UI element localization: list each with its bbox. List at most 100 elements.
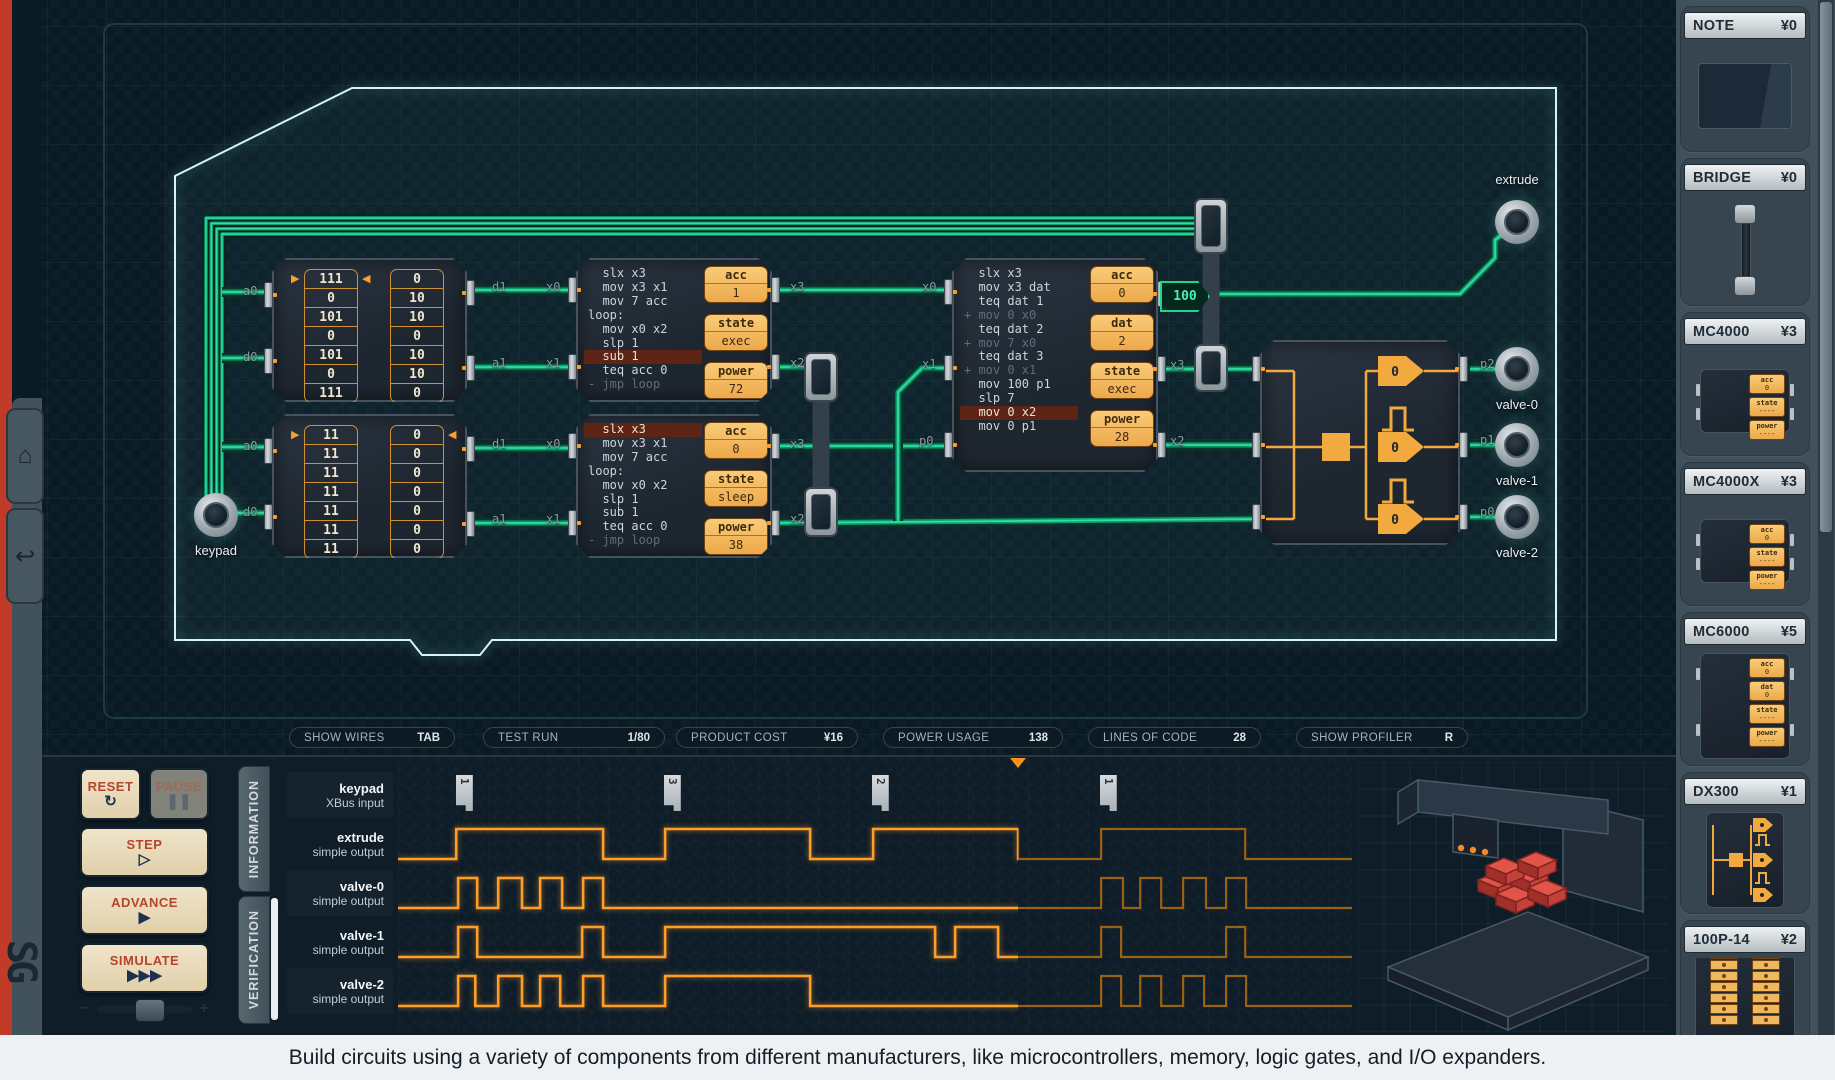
palette-item-mc6000[interactable]: MC6000¥5acc0dat0state----power---- — [1680, 612, 1810, 766]
ram-pin — [264, 504, 273, 530]
status-box-acc: acc0 — [704, 422, 768, 459]
advance-button[interactable]: ADVANCE▶ — [80, 885, 209, 935]
input-terminal-keypad — [194, 493, 238, 537]
mini-status-box: state---- — [1749, 704, 1785, 724]
mini-status-box: state---- — [1749, 397, 1785, 417]
iop-cell — [1752, 993, 1780, 1003]
step-button[interactable]: STEP▷ — [80, 827, 209, 877]
mc4000-component[interactable]: slx x3 mov x3 x1 mov 7 accloop: mov x0 x… — [576, 258, 772, 402]
toolbar-chip-show-wires[interactable]: SHOW WIRESTAB — [289, 727, 455, 748]
palette-item-mc4000[interactable]: MC4000¥3acc0state----power---- — [1680, 312, 1810, 456]
code-line: mov x0 x2 — [584, 479, 702, 493]
pause-button-label: PAUSE — [156, 779, 202, 794]
mc4000-pin — [568, 510, 577, 536]
wire-pin-label: p1 — [1480, 433, 1494, 447]
code-line: teq dat 3 — [960, 350, 1078, 364]
code-line: mov x0 x2 — [584, 323, 702, 337]
home-button[interactable]: ⌂ — [6, 408, 44, 504]
tab-label: INFORMATION — [247, 780, 261, 878]
ram-read-arrow: ▶ — [291, 274, 299, 284]
iop-dot — [1764, 974, 1768, 978]
bridge-cap — [1734, 276, 1756, 296]
undo-button[interactable]: ↩ — [6, 508, 44, 604]
tab-verification[interactable]: VERIFICATION — [238, 896, 270, 1024]
mc4000-component[interactable]: slx x3 mov x3 x1 mov 7 accloop: mov x0 x… — [576, 414, 772, 558]
iop-cell — [1710, 993, 1738, 1003]
code-line: mov x3 x1 — [584, 281, 702, 295]
ram-component[interactable]: 11101010101011101010010100▶◀ — [272, 258, 467, 402]
iop-cell — [1752, 960, 1780, 970]
code-line: slx x3 — [584, 423, 702, 437]
component-palette: NOTE¥0BRIDGE¥0MC4000¥3acc0state----power… — [1676, 0, 1835, 1035]
code-line: + mov 7 x0 — [960, 337, 1078, 351]
wire-pin-label: x3 — [1170, 358, 1184, 372]
note-icon — [1698, 63, 1792, 129]
palette-item-note[interactable]: NOTE¥0 — [1680, 6, 1810, 152]
code-line: teq dat 2 — [960, 323, 1078, 337]
iop-dot — [1764, 1007, 1768, 1011]
mini-status-column: acc0state----power---- — [1749, 374, 1785, 440]
output-terminal-valve-0 — [1495, 347, 1539, 391]
palette-item-100p-14[interactable]: 100P-14¥2 — [1680, 920, 1810, 1035]
chip-value: R — [1445, 732, 1453, 744]
toolbar-chip-product-cost[interactable]: PRODUCT COST¥16 — [676, 727, 858, 748]
code-line: mov x3 x1 — [584, 437, 702, 451]
toolbar-chip-power-usage[interactable]: POWER USAGE138 — [883, 727, 1063, 748]
wire-pin-label: p0 — [1480, 505, 1494, 519]
ram-column: 11111111111111 — [304, 425, 358, 559]
bridge-component[interactable] — [804, 352, 838, 402]
signal-name: valve-1 — [340, 928, 384, 943]
dx300-pin — [1252, 432, 1261, 458]
ram-column: 01010010100 — [390, 269, 444, 403]
slider-minus[interactable]: − — [80, 1000, 89, 1018]
wire-pin-label: x1 — [922, 357, 936, 371]
waveform-valve-1 — [398, 919, 1352, 965]
bridge-component[interactable] — [1194, 344, 1228, 392]
code-line: + mov 0 x1 — [960, 364, 1078, 378]
svg-text:0: 0 — [1391, 365, 1399, 380]
dx300-pin — [1252, 356, 1261, 382]
status-box-state: stateexec — [1090, 362, 1154, 399]
palette-scrollbar[interactable] — [1818, 0, 1834, 1035]
toolbar-chip-test-run[interactable]: TEST RUN1/80 — [483, 727, 665, 748]
wire-pin-label: x1 — [546, 356, 560, 370]
mc6000-component[interactable]: slx x3 mov x3 dat teq dat 1+ mov 0 x0 te… — [952, 258, 1158, 472]
slider-plus[interactable]: + — [200, 1000, 209, 1018]
toolbar-chip-show-profiler[interactable]: SHOW PROFILERR — [1296, 727, 1468, 748]
bridge-component[interactable] — [1194, 198, 1228, 254]
bridge-component[interactable] — [804, 487, 838, 537]
iop-cell — [1710, 1015, 1738, 1025]
advance-button-icon: ▶ — [139, 910, 151, 926]
ram-cell: 101 — [304, 308, 358, 327]
status-box-power: power38 — [704, 518, 768, 555]
mini-status-column: acc0state----power---- — [1749, 524, 1785, 590]
ram-column: 111010101010111 — [304, 269, 358, 403]
ram-pin — [264, 348, 273, 374]
mc6000-pin — [944, 355, 953, 381]
tab-information[interactable]: INFORMATION — [238, 766, 270, 892]
palette-item-dx300[interactable]: DX300¥1 — [1680, 772, 1810, 914]
palette-item-icon — [1680, 810, 1810, 910]
ram-cell: 0 — [390, 521, 444, 540]
slider-knob[interactable] — [135, 999, 165, 1022]
simulate-button-label: SIMULATE — [110, 953, 179, 968]
ram-component[interactable]: 111111111111110000000▶◀ — [272, 414, 467, 558]
ram-cell: 11 — [304, 425, 358, 445]
input-terminal-keypad-label: keypad — [195, 543, 237, 558]
palette-scrollbar-thumb[interactable] — [1820, 2, 1832, 532]
palette-item-mc4000x[interactable]: MC4000X¥3acc0state----power---- — [1680, 462, 1810, 606]
code-line: mov 0 p1 — [960, 420, 1078, 434]
palette-item-bridge[interactable]: BRIDGE¥0 — [1680, 158, 1810, 306]
signal-type: simple output — [313, 845, 384, 859]
ram-cell: 0 — [304, 327, 358, 346]
timeline-position-marker[interactable] — [1010, 758, 1026, 768]
toolbar-chip-lines-of-code[interactable]: LINES OF CODE28 — [1088, 727, 1261, 748]
dx300-component[interactable]: 000 — [1260, 340, 1460, 545]
dx300-pin — [1252, 504, 1261, 530]
speed-slider[interactable]: −+ — [80, 1000, 209, 1018]
simulate-button[interactable]: SIMULATE▶▶▶ — [80, 943, 209, 993]
mc6000-pin — [944, 279, 953, 305]
reset-button[interactable]: RESET↻ — [80, 768, 141, 820]
slider-track[interactable] — [97, 1006, 191, 1013]
pause-button[interactable]: PAUSE❚❚ — [149, 768, 209, 820]
